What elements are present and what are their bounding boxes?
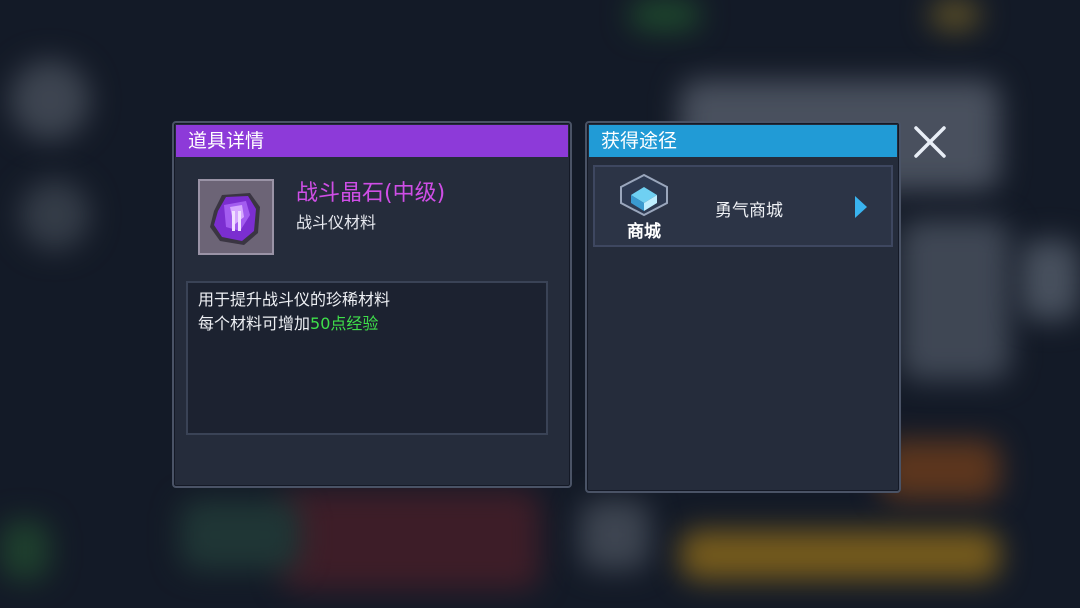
- shop-icon: [617, 173, 671, 217]
- description-line-2-text: 每个材料可增加: [198, 314, 311, 333]
- close-icon[interactable]: [910, 122, 950, 162]
- item-type: 战斗仪材料: [296, 213, 377, 232]
- description-line-1: 用于提升战斗仪的珍稀材料: [198, 290, 391, 309]
- source-label: 勇气商城: [715, 201, 783, 221]
- source-header: 获得途径: [589, 125, 897, 157]
- item-name: 战斗晶石(中级): [296, 181, 446, 206]
- description-line-2: 每个材料可增加50点经验: [198, 312, 536, 336]
- shop-icon-label: 商城: [627, 222, 661, 242]
- exp-value-highlight: 50点经验: [310, 314, 379, 333]
- item-description: 用于提升战斗仪的珍稀材料 每个材料可增加50点经验: [186, 281, 548, 435]
- purple-crystal-icon: [198, 179, 274, 255]
- acquisition-source-panel: 获得途径 商城 勇气商城: [585, 121, 901, 493]
- source-item-courage-shop[interactable]: 商城 勇气商城: [593, 165, 893, 247]
- item-detail-panel: 道具详情 战斗晶石(中级) 战斗仪材料 用于提升战斗仪的珍稀材料 每个材料可增加…: [172, 121, 572, 488]
- go-arrow-icon[interactable]: [855, 196, 867, 218]
- item-detail-header: 道具详情: [176, 125, 568, 157]
